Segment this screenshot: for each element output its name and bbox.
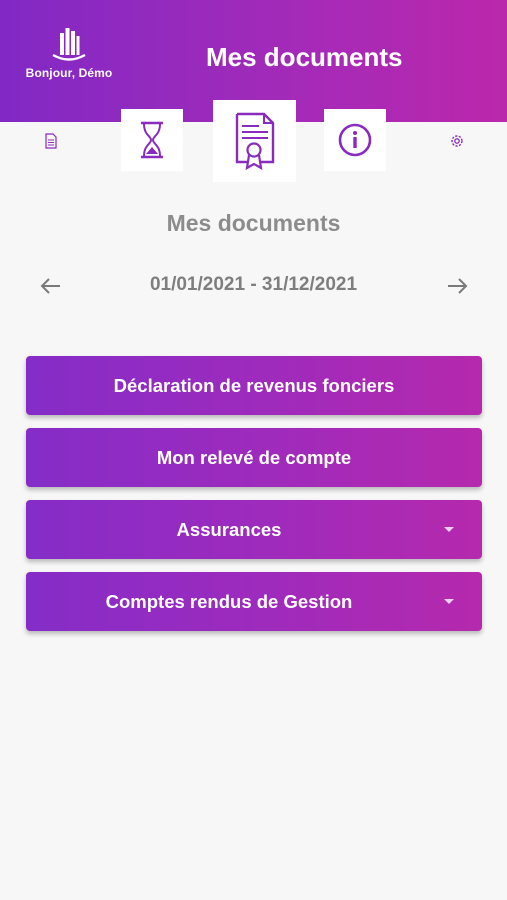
building-logo-icon [52,28,86,61]
greeting-text: Bonjour, Démo [25,66,113,80]
assurances-dropdown[interactable]: Assurances [26,500,482,559]
tab-documents[interactable] [213,100,296,182]
brand-logo: Bonjour, Démo [14,24,124,84]
button-label: Comptes rendus de Gestion [105,590,353,612]
caret-down-icon [444,599,454,604]
document-icon [45,133,57,149]
arrow-right-icon [448,278,468,294]
certificate-icon [235,112,274,170]
releve-compte-button[interactable]: Mon relevé de compte [26,428,482,487]
page-title: Mes documents [206,42,403,72]
revenus-fonciers-button[interactable]: Déclaration de revenus fonciers [26,356,482,415]
button-label: Déclaration de revenus fonciers [113,374,395,396]
button-label: Assurances [176,518,282,540]
tab-settings[interactable] [442,126,472,156]
period-selector: 01/01/2021 - 31/12/2021 [0,270,507,302]
button-label: Mon relevé de compte [156,446,352,468]
tab-bar [0,100,507,190]
tab-info[interactable] [324,109,386,171]
tab-documents-list[interactable] [36,126,66,156]
next-period-button[interactable] [442,270,474,302]
caret-down-icon [444,527,454,532]
comptes-rendus-dropdown[interactable]: Comptes rendus de Gestion [26,572,482,631]
info-icon [338,123,372,157]
tab-history[interactable] [121,109,183,171]
gear-icon [451,135,463,147]
period-range-text: 01/01/2021 - 31/12/2021 [149,274,358,295]
hourglass-icon [141,121,163,159]
section-heading: Mes documents [166,210,341,236]
